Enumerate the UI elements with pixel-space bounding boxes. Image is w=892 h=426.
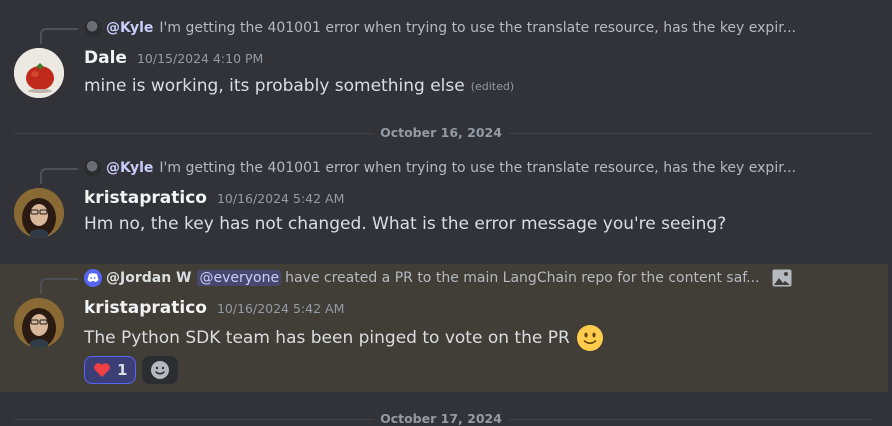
- timestamp[interactable]: 10/16/2024 5:42 AM: [217, 191, 344, 206]
- avatar[interactable]: [14, 48, 64, 98]
- reply-preview[interactable]: @Kyle I'm getting the 401001 error when …: [84, 18, 796, 38]
- reply-preview[interactable]: @Kyle I'm getting the 401001 error when …: [84, 158, 796, 178]
- reply-author[interactable]: @Kyle: [106, 160, 153, 176]
- reply-author[interactable]: @Jordan W: [106, 270, 191, 286]
- reply-text: I'm getting the 401001 error when trying…: [159, 20, 797, 36]
- reaction-count: 1: [117, 361, 128, 379]
- reply-text: I'm getting the 401001 error when trying…: [159, 160, 797, 176]
- reply-avatar: [84, 159, 102, 177]
- message-content: The Python SDK team has been pinged to v…: [84, 324, 604, 352]
- avatar[interactable]: [14, 188, 64, 238]
- message-header: Dale 10/15/2024 4:10 PM: [84, 48, 263, 68]
- message-text: Hm no, the key has not changed. What is …: [84, 214, 727, 234]
- discord-logo-icon: [84, 269, 102, 287]
- heart-icon: [93, 362, 111, 378]
- username[interactable]: kristapratico: [84, 188, 207, 208]
- message[interactable]: @Jordan W @everyone have created a PR to…: [0, 268, 892, 388]
- date-divider-label: October 16, 2024: [374, 125, 508, 140]
- reply-avatar: [84, 19, 102, 37]
- avatar[interactable]: [14, 298, 64, 348]
- reply-author[interactable]: @Kyle: [106, 20, 153, 36]
- message-text: mine is working, its probably something …: [84, 76, 465, 96]
- mention-everyone[interactable]: @everyone: [197, 270, 282, 286]
- message-content: Hm no, the key has not changed. What is …: [84, 214, 726, 234]
- username[interactable]: kristapratico: [84, 298, 207, 318]
- reply-text: have created a PR to the main LangChain …: [285, 270, 760, 286]
- message-text: The Python SDK team has been pinged to v…: [84, 328, 570, 348]
- username[interactable]: Dale: [84, 48, 127, 68]
- smiley-add-icon: [150, 360, 170, 380]
- message-header: kristapratico 10/16/2024 5:42 AM: [84, 298, 344, 318]
- reaction-heart[interactable]: 1: [84, 356, 137, 384]
- timestamp[interactable]: 10/16/2024 5:42 AM: [217, 301, 344, 316]
- reply-preview[interactable]: @Jordan W @everyone have created a PR to…: [84, 268, 792, 288]
- slightly-smiling-face-icon: [576, 324, 604, 352]
- reactions: 1: [84, 356, 179, 384]
- reply-spine: [40, 28, 78, 44]
- reply-spine: [40, 168, 78, 184]
- timestamp[interactable]: 10/15/2024 4:10 PM: [137, 51, 263, 66]
- image-icon[interactable]: [772, 269, 792, 287]
- date-divider-label: October 17, 2024: [374, 411, 508, 426]
- message-content: mine is working, its probably something …: [84, 76, 514, 96]
- edited-label: (edited): [470, 79, 515, 93]
- message[interactable]: @Kyle I'm getting the 401001 error when …: [0, 18, 892, 108]
- message[interactable]: @Kyle I'm getting the 401001 error when …: [0, 158, 892, 248]
- reply-spine: [40, 278, 78, 294]
- add-reaction-button[interactable]: [142, 356, 179, 384]
- message-header: kristapratico 10/16/2024 5:42 AM: [84, 188, 344, 208]
